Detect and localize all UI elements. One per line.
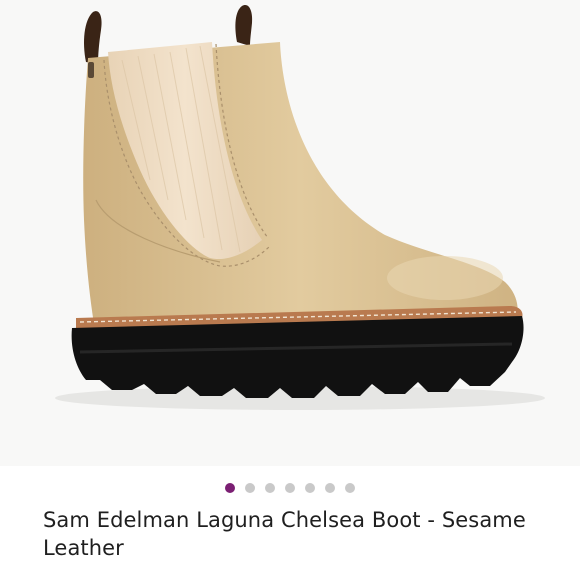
carousel-dot-1[interactable]: [225, 483, 235, 493]
listing-screen: Sam Edelman Laguna Chelsea Boot - Sesame…: [0, 0, 580, 580]
carousel-dots: [0, 481, 580, 495]
product-title: Sam Edelman Laguna Chelsea Boot - Sesame…: [43, 508, 526, 560]
lug-sole: [71, 316, 524, 398]
boot-illustration: [55, 5, 545, 410]
product-image[interactable]: [0, 0, 580, 466]
carousel-dot-4[interactable]: [285, 483, 295, 493]
rear-pull-tab: [84, 11, 102, 64]
carousel-dot-7[interactable]: [345, 483, 355, 493]
carousel-dot-3[interactable]: [265, 483, 275, 493]
heel-logo-plate: [88, 62, 94, 78]
front-pull-tab: [235, 5, 253, 46]
carousel-dot-2[interactable]: [245, 483, 255, 493]
carousel-dot-5[interactable]: [305, 483, 315, 493]
carousel-dot-6[interactable]: [325, 483, 335, 493]
